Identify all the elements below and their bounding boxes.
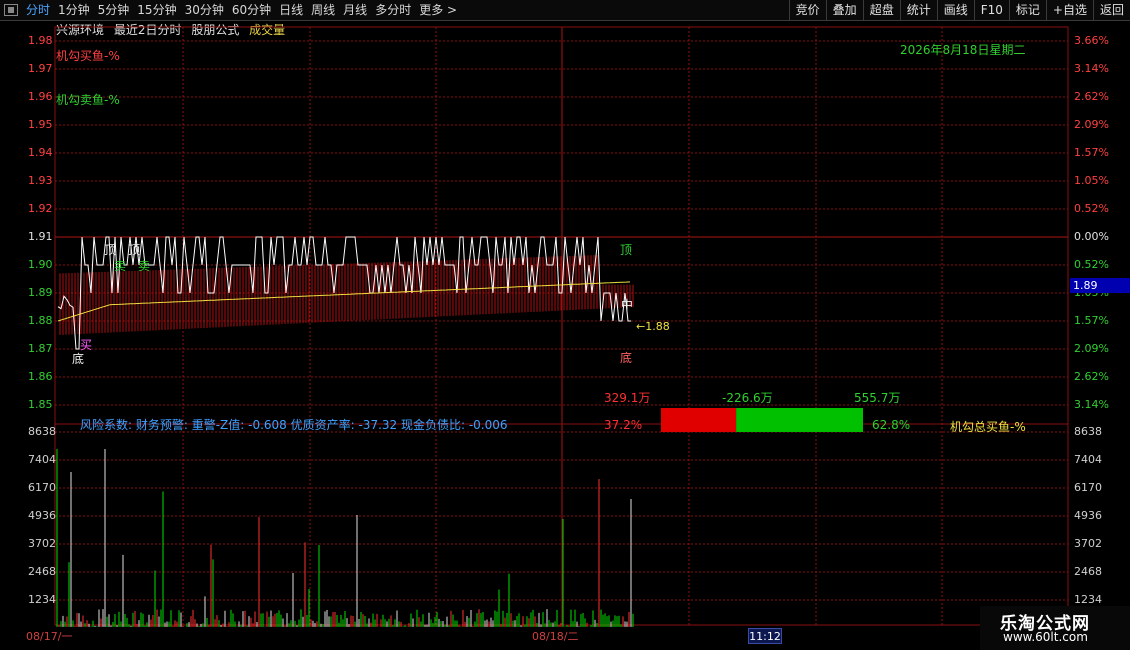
axisR-tick: 2.62% bbox=[1074, 90, 1109, 103]
flow-mid-value: -226.6万 bbox=[722, 391, 773, 405]
axisR-tick: 3.14% bbox=[1074, 398, 1109, 411]
axisL-tick: 1.93 bbox=[28, 174, 53, 187]
risk-info: 风险系数: 财务预警: 重警-Z值: -0.608 优质资产率: -37.32 … bbox=[80, 418, 508, 432]
axisL-tick: 1.98 bbox=[28, 34, 53, 47]
axisR-tick: 1.57% bbox=[1074, 146, 1109, 159]
axisR-tick: 1.05% bbox=[1074, 174, 1109, 187]
axisL-tick: 1.96 bbox=[28, 90, 53, 103]
buy-mark: 买 bbox=[80, 338, 93, 352]
volR-tick: 6170 bbox=[1074, 481, 1102, 494]
flow-red-value: 329.1万 bbox=[604, 391, 651, 405]
volL-tick: 2468 bbox=[28, 565, 56, 578]
volL-tick: 3702 bbox=[28, 537, 56, 550]
flow-green-bar bbox=[736, 408, 863, 432]
axisL-tick: 1.85 bbox=[28, 398, 53, 411]
top-mark-3: 顶 bbox=[620, 243, 633, 257]
axisL-tick: 1.89 bbox=[28, 286, 53, 299]
axisL-tick: 1.94 bbox=[28, 146, 53, 159]
axisR-tick: 2.62% bbox=[1074, 370, 1109, 383]
axisR-tick: 2.09% bbox=[1074, 342, 1109, 355]
watermark-url: www.60lt.com bbox=[1003, 630, 1088, 644]
volR-tick: 1234 bbox=[1074, 593, 1102, 606]
volR-tick: 4936 bbox=[1074, 509, 1102, 522]
current-price-tag: 1.89 bbox=[1070, 278, 1130, 293]
volR-tick: 2468 bbox=[1074, 565, 1102, 578]
date-text: 2026年8月18日星期二 bbox=[900, 43, 1026, 57]
axisR-tick: 0.52% bbox=[1074, 202, 1109, 215]
axisL-tick: 1.92 bbox=[28, 202, 53, 215]
axisL-tick: 1.87 bbox=[28, 342, 53, 355]
axisR-tick: 1.57% bbox=[1074, 314, 1109, 327]
flow-red-bar bbox=[661, 408, 737, 432]
sell-legend: 机勾买鱼-% bbox=[56, 49, 120, 63]
volR-tick: 7404 bbox=[1074, 453, 1102, 466]
axisR-tick: 0.52% bbox=[1074, 258, 1109, 271]
axisR-tick: 3.66% bbox=[1074, 34, 1109, 47]
flow-green-value: 555.7万 bbox=[854, 391, 901, 405]
sell-mark-1: 卖 bbox=[114, 259, 127, 273]
volL-tick: 6170 bbox=[28, 481, 56, 494]
flow-green-pct: 62.8% bbox=[872, 418, 911, 432]
axisL-tick: 1.90 bbox=[28, 258, 53, 271]
axisL-tick: 1.95 bbox=[28, 118, 53, 131]
low-price-marker: ←1.88 bbox=[636, 320, 670, 333]
axisL-tick: 1.86 bbox=[28, 370, 53, 383]
intraday-chart[interactable] bbox=[0, 0, 1130, 650]
volL-tick: 4936 bbox=[28, 509, 56, 522]
sell-mark-2: 卖 bbox=[138, 259, 151, 273]
date-day1: 08/17/一 bbox=[26, 630, 73, 643]
volL-tick: 8638 bbox=[28, 425, 56, 438]
buy-legend: 机勾卖鱼-% bbox=[56, 93, 120, 107]
volL-tick: 1234 bbox=[28, 593, 56, 606]
flow-total-label: 机勾总买鱼-% bbox=[950, 420, 1026, 434]
volR-tick: 3702 bbox=[1074, 537, 1102, 550]
volR-tick: 8638 bbox=[1074, 425, 1102, 438]
cursor-time: 11:12 bbox=[748, 628, 782, 644]
date-day2: 08/18/二 bbox=[532, 630, 579, 643]
top-mark-2: 顶 bbox=[128, 243, 141, 257]
axisL-tick: 1.91 bbox=[28, 230, 53, 243]
bottom-mark-2: 底 bbox=[620, 351, 633, 365]
axisR-tick: 3.14% bbox=[1074, 62, 1109, 75]
axisL-tick: 1.97 bbox=[28, 62, 53, 75]
mid-mark: 中 bbox=[621, 298, 634, 312]
volL-tick: 7404 bbox=[28, 453, 56, 466]
axisL-tick: 1.88 bbox=[28, 314, 53, 327]
flow-red-pct: 37.2% bbox=[604, 418, 643, 432]
top-mark-1: 顶 bbox=[104, 243, 117, 257]
axisR-tick: 2.09% bbox=[1074, 118, 1109, 131]
axisR-tick: 0.00% bbox=[1074, 230, 1109, 243]
